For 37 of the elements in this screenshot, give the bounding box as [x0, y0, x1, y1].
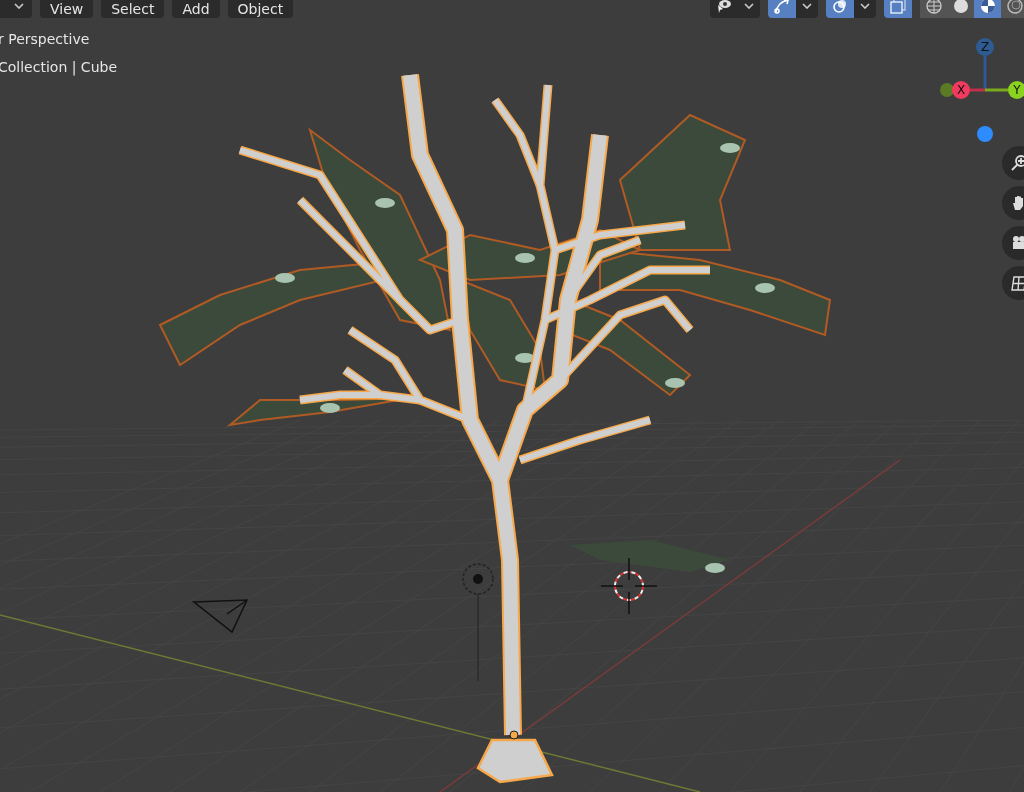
dropdown-button[interactable] — [796, 0, 818, 18]
axis-stems-drawing — [970, 56, 1008, 92]
y-axis-handle[interactable]: Y — [1008, 81, 1024, 99]
negative-y-axis-handle[interactable] — [940, 83, 954, 97]
gizmo-toggle[interactable] — [768, 0, 796, 18]
hand-icon — [1010, 194, 1024, 212]
zoom-icon — [1010, 154, 1024, 172]
overlay-circles-icon — [832, 0, 848, 14]
gizmo-arrows-icon — [773, 0, 791, 14]
negative-z-axis-handle[interactable] — [977, 126, 993, 142]
movie-camera-icon — [1010, 234, 1024, 252]
chevron-down-icon — [802, 3, 812, 9]
xray-toggle[interactable] — [884, 0, 912, 18]
solid-shading-button[interactable] — [947, 0, 974, 18]
menu-button[interactable]: View — [40, 0, 94, 18]
camera-object-icon — [192, 597, 250, 635]
chevron-down-icon — [14, 3, 24, 9]
menu-button[interactable]: Add — [172, 0, 220, 18]
x-axis-handle[interactable]: X — [952, 81, 970, 99]
overlay-toggle[interactable] — [826, 0, 854, 18]
wireframe-shading-button[interactable] — [920, 0, 947, 18]
chevron-down-icon — [744, 3, 754, 9]
view-name-text: r Perspective — [0, 30, 90, 49]
3d-cursor-icon — [601, 558, 657, 614]
menu-button[interactable]: Select — [101, 0, 165, 18]
menu-button[interactable]: Object — [227, 0, 294, 18]
mode-dropdown[interactable] — [0, 0, 32, 18]
grid-icon — [1010, 274, 1024, 292]
wireframe-sphere-icon — [925, 0, 942, 14]
material-shading-button[interactable] — [974, 0, 1001, 18]
eye-pointer-icon — [716, 0, 732, 13]
light-icon — [460, 561, 496, 681]
chevron-down-icon — [860, 3, 870, 9]
dropdown-button[interactable] — [738, 0, 760, 18]
dropdown-button[interactable] — [854, 0, 876, 18]
visibility-toggle[interactable] — [710, 0, 738, 18]
xray-square-icon — [890, 0, 906, 14]
